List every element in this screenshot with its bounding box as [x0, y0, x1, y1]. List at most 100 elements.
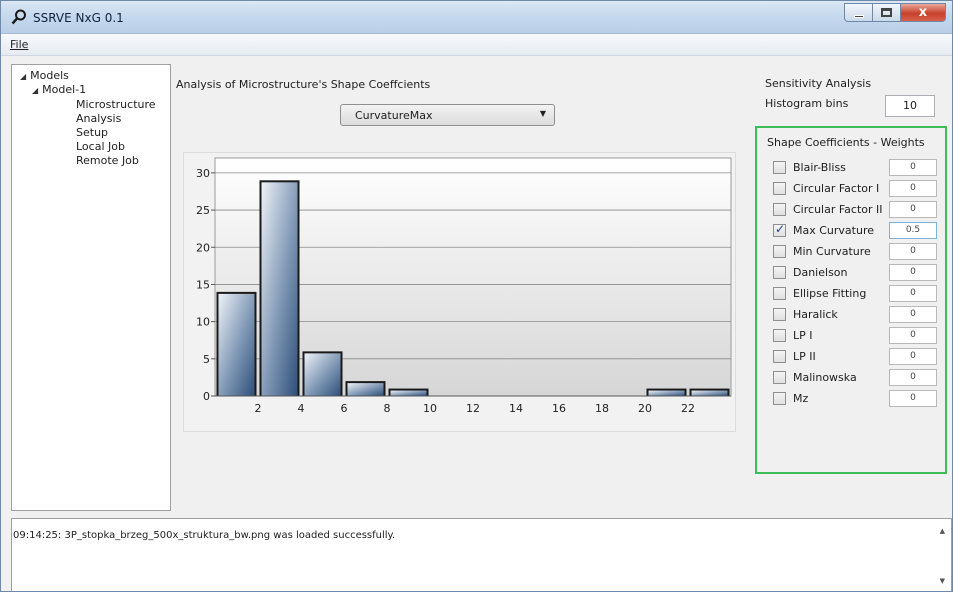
weight-label: Mz: [793, 392, 809, 405]
maximize-button[interactable]: [872, 3, 900, 22]
y-tick-label: 30: [196, 167, 210, 180]
y-tick-label: 5: [203, 353, 210, 366]
checkbox-checked[interactable]: ✓: [773, 222, 786, 237]
weight-label: Max Curvature: [793, 224, 874, 237]
histogram-bar: [261, 182, 298, 396]
weight-label: Haralick: [793, 308, 838, 321]
log-output[interactable]: 09:14:25: 3P_stopka_brzeg_500x_struktura…: [11, 518, 952, 591]
weight-row-max-curvature: ✓ Max Curvature 0.5: [773, 222, 941, 240]
x-tick-label: 10: [423, 402, 437, 415]
y-tick-label: 0: [203, 390, 210, 403]
x-tick-label: 18: [595, 402, 609, 415]
x-tick-label: 20: [638, 402, 652, 415]
weight-row-mz: Mz 0: [773, 390, 941, 408]
weight-row-ellipse-fitting: Ellipse Fitting 0: [773, 285, 941, 303]
weight-row-danielson: Danielson 0: [773, 264, 941, 282]
sensitivity-title: Sensitivity Analysis: [765, 77, 872, 90]
weight-input[interactable]: 0: [889, 327, 937, 344]
checkbox[interactable]: [773, 308, 786, 321]
weight-label: Circular Factor I: [793, 182, 880, 195]
weight-input[interactable]: 0: [889, 390, 937, 407]
histogram-bar: [347, 383, 384, 396]
weights-group: Shape Coefficients - Weights Blair-Bliss…: [755, 126, 947, 474]
histogram-bar: [304, 353, 341, 396]
checkbox[interactable]: [773, 350, 786, 363]
weight-row-malinowska: Malinowska 0: [773, 369, 941, 387]
weight-input[interactable]: 0: [889, 285, 937, 302]
x-tick-label: 22: [681, 402, 695, 415]
histogram-bar: [390, 390, 427, 396]
weight-label: Danielson: [793, 266, 848, 279]
x-tick-label: 2: [255, 402, 262, 415]
weight-row-lp-ii: LP II 0: [773, 348, 941, 366]
checkbox[interactable]: [773, 245, 786, 258]
checkbox[interactable]: [773, 371, 786, 384]
tree-item-local-job[interactable]: Local Job: [76, 140, 125, 153]
coefficient-dropdown[interactable]: CurvatureMax ▼: [340, 104, 555, 126]
weight-label: LP II: [793, 350, 816, 363]
log-message: 09:14:25: 3P_stopka_brzeg_500x_struktura…: [13, 530, 396, 541]
tree-node-label: Models: [30, 69, 69, 82]
checkbox[interactable]: [773, 203, 786, 216]
tree-node-label: Model-1: [42, 83, 87, 96]
weights-title: Shape Coefficients - Weights: [767, 136, 925, 149]
tree-node-model-1[interactable]: ◢ Model-1: [32, 83, 86, 96]
weight-input[interactable]: 0.5: [889, 222, 937, 239]
analysis-panel: Analysis of Microstructure's Shape Coeff…: [173, 64, 743, 511]
tree-node-models[interactable]: ◢ Models: [20, 69, 69, 82]
checkbox[interactable]: [773, 266, 786, 279]
tree-item-remote-job[interactable]: Remote Job: [76, 154, 139, 167]
y-tick-label: 20: [196, 241, 210, 254]
weight-label: Min Curvature: [793, 245, 871, 258]
x-tick-label: 6: [341, 402, 348, 415]
tree-item-analysis[interactable]: Analysis: [76, 112, 121, 125]
x-tick-label: 14: [509, 402, 523, 415]
checkbox[interactable]: [773, 392, 786, 405]
menu-file[interactable]: File: [10, 38, 28, 51]
weight-label: Malinowska: [793, 371, 857, 384]
weight-input[interactable]: 0: [889, 201, 937, 218]
weight-input[interactable]: 0: [889, 348, 937, 365]
checkbox[interactable]: [773, 161, 786, 174]
weight-label: LP I: [793, 329, 813, 342]
weight-label: Circular Factor II: [793, 203, 883, 216]
checkbox[interactable]: [773, 182, 786, 195]
weight-input[interactable]: 0: [889, 243, 937, 260]
histogram-bar: [648, 390, 685, 396]
scroll-up-icon[interactable]: ▲: [940, 527, 945, 535]
weight-input[interactable]: 0: [889, 264, 937, 281]
expand-arrow-icon[interactable]: ◢: [32, 86, 38, 95]
histogram-bar: [691, 390, 728, 396]
close-icon: x: [918, 5, 928, 20]
expand-arrow-icon[interactable]: ◢: [20, 72, 26, 81]
window-title: SSRVE NxG 0.1: [33, 11, 124, 25]
tree-item-microstructure[interactable]: Microstructure: [76, 98, 156, 111]
dropdown-value: CurvatureMax: [355, 109, 433, 122]
histogram-bar: [218, 293, 255, 396]
weight-label: Blair-Bliss: [793, 161, 846, 174]
chevron-down-icon: ▼: [539, 109, 546, 118]
model-tree: ◢ Models ◢ Model-1 Microstructure Analysis…: [11, 64, 171, 511]
weight-input[interactable]: 0: [889, 180, 937, 197]
weight-input[interactable]: 0: [889, 159, 937, 176]
weight-input[interactable]: 0: [889, 306, 937, 323]
weight-row-blair-bliss: Blair-Bliss 0: [773, 159, 941, 177]
close-button[interactable]: x: [900, 3, 946, 22]
scroll-down-icon[interactable]: ▼: [940, 577, 945, 585]
minimize-button[interactable]: [844, 3, 872, 22]
histogram-bins-input[interactable]: 10: [885, 95, 935, 117]
title-bar[interactable]: SSRVE NxG 0.1 x: [1, 1, 952, 34]
weight-input[interactable]: 0: [889, 369, 937, 386]
app-window: SSRVE NxG 0.1 x File ◢ Models ◢ Model-1 Mi…: [0, 0, 953, 592]
tree-item-setup[interactable]: Setup: [76, 126, 108, 139]
histogram-bins-label: Histogram bins: [765, 97, 849, 110]
y-tick-label: 10: [196, 316, 210, 329]
settings-panel: Sensitivity Analysis Histogram bins 10 S…: [755, 64, 947, 484]
x-tick-label: 16: [552, 402, 566, 415]
maximize-icon: [881, 8, 892, 17]
checkbox[interactable]: [773, 287, 786, 300]
y-tick-label: 15: [196, 278, 210, 291]
checkbox[interactable]: [773, 329, 786, 342]
menu-bar: File: [1, 34, 952, 56]
checkmark-icon: ✓: [775, 222, 786, 236]
